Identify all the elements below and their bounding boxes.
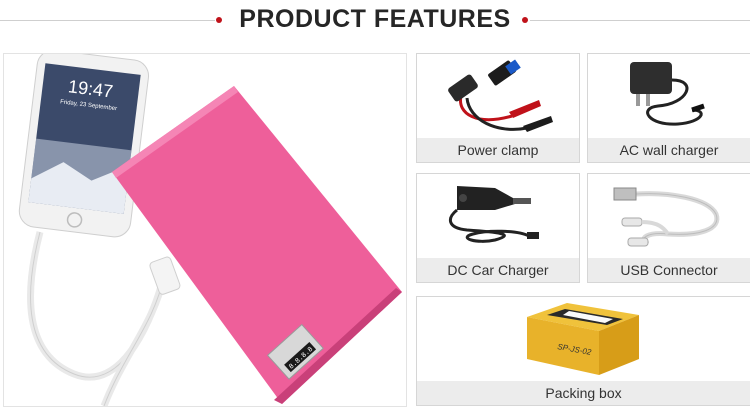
cable [27,231,168,381]
smartphone: 19:47 Friday, 23 September [18,54,150,238]
feature-card-dc-car-charger: DC Car Charger [416,173,580,283]
feature-card-packing-box: SP-JS-02 Packing box [416,296,750,406]
power-bank-with-phone-illustration: 19:47 Friday, 23 September 8.8.8.8 [18,54,402,406]
feature-caption: AC wall charger [588,138,750,162]
feature-card-power-clamp: Power clamp [416,53,580,163]
header-dot-right [522,17,528,23]
pink-power-bank: 8.8.8.8 [112,86,402,404]
car-charger-icon [417,174,579,258]
wall-charger-icon [588,54,750,138]
feature-caption: DC Car Charger [417,258,579,282]
feature-caption: Power clamp [417,138,579,162]
feature-card-usb-connector: USB Connector [587,173,750,283]
feature-caption: USB Connector [588,258,750,282]
feature-card-ac-wall-charger: AC wall charger [587,53,750,163]
main-product-image: 19:47 Friday, 23 September 8.8.8.8 [3,53,407,407]
usb-cable-icon [588,174,750,258]
header-dot-left [216,17,222,23]
page-title: PRODUCT FEATURES [239,5,511,33]
packing-box-icon: SP-JS-02 [417,297,750,381]
section-header: PRODUCT FEATURES [0,0,750,44]
feature-caption: Packing box [417,381,750,405]
jumper-clamp-icon [417,54,579,138]
header-divider-left [0,20,215,21]
header-divider-right [530,20,750,21]
